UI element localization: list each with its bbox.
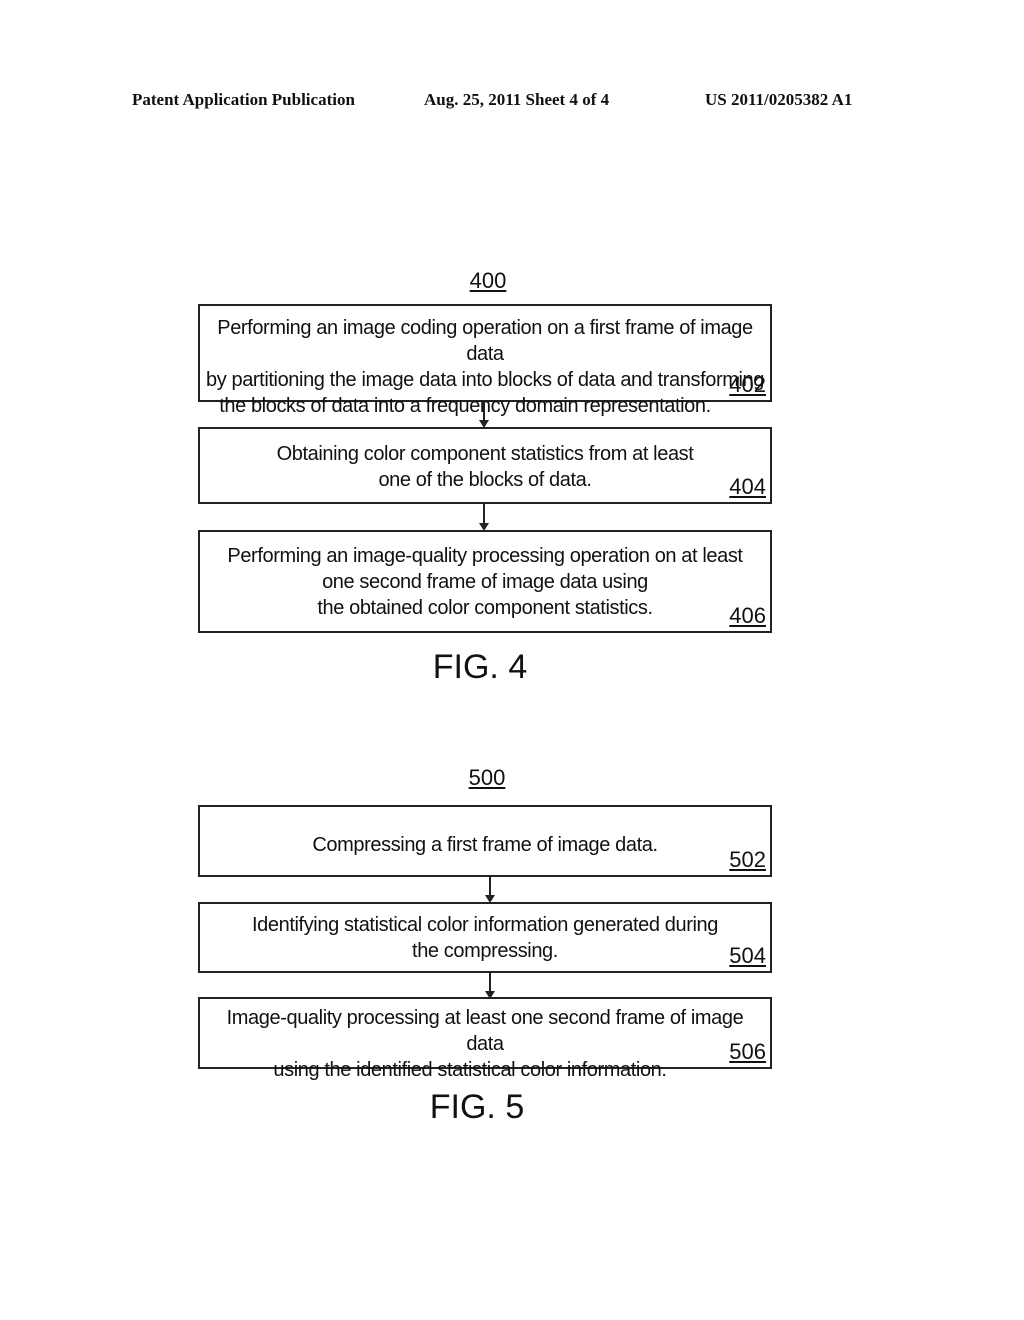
- step-504-box: Identifying statistical color informatio…: [198, 902, 772, 973]
- step-502-line: Compressing a first frame of image data.: [312, 834, 658, 856]
- step-402-line: Performing an image coding operation on …: [217, 317, 753, 365]
- step-504-line: the compressing.: [412, 940, 558, 962]
- step-506-ref: 506: [729, 1039, 766, 1064]
- step-504-ref: 504: [729, 943, 766, 968]
- step-406-line: one second frame of image data using: [322, 571, 648, 593]
- step-402-box: Performing an image coding operation on …: [198, 304, 772, 417]
- step-402-line: by partitioning the image data into bloc…: [206, 369, 764, 391]
- fig5-label: FIG. 5: [429, 1088, 525, 1126]
- fig5-number: 500: [468, 765, 506, 790]
- fig4-number: 400: [469, 268, 507, 293]
- fig4-label: FIG. 4: [432, 648, 528, 686]
- step-502-ref: 502: [729, 847, 766, 872]
- step-406-box: Performing an image-quality processing o…: [198, 530, 772, 633]
- step-506-box: Image-quality processing at least one se…: [198, 997, 772, 1081]
- publication-title: Patent Application Publication: [132, 90, 355, 109]
- step-406-line: Performing an image-quality processing o…: [227, 545, 743, 567]
- arrow-402-404: [479, 402, 489, 428]
- step-406-ref: 406: [729, 603, 766, 628]
- date-sheet: Aug. 25, 2011 Sheet 4 of 4: [424, 90, 610, 109]
- page-header: Patent Application Publication Aug. 25, …: [0, 90, 1024, 114]
- step-402-line: the blocks of data into a frequency doma…: [219, 395, 711, 417]
- step-506-line: using the identified statistical color i…: [273, 1059, 667, 1081]
- patent-number: US 2011/0205382 A1: [705, 90, 853, 109]
- step-406-line: the obtained color component statistics.: [317, 597, 653, 619]
- step-504-line: Identifying statistical color informatio…: [252, 914, 718, 936]
- arrow-504-506: [485, 973, 495, 999]
- step-404-box: Obtaining color component statistics fro…: [198, 427, 772, 504]
- arrow-404-406: [479, 504, 489, 531]
- step-502-box: Compressing a first frame of image data.…: [198, 805, 772, 877]
- step-404-line: Obtaining color component statistics fro…: [276, 443, 694, 465]
- step-404-line: one of the blocks of data.: [378, 469, 592, 491]
- arrow-502-504: [485, 877, 495, 903]
- step-506-line: Image-quality processing at least one se…: [226, 1007, 744, 1055]
- step-404-ref: 404: [729, 474, 766, 499]
- step-402-ref: 402: [729, 372, 766, 397]
